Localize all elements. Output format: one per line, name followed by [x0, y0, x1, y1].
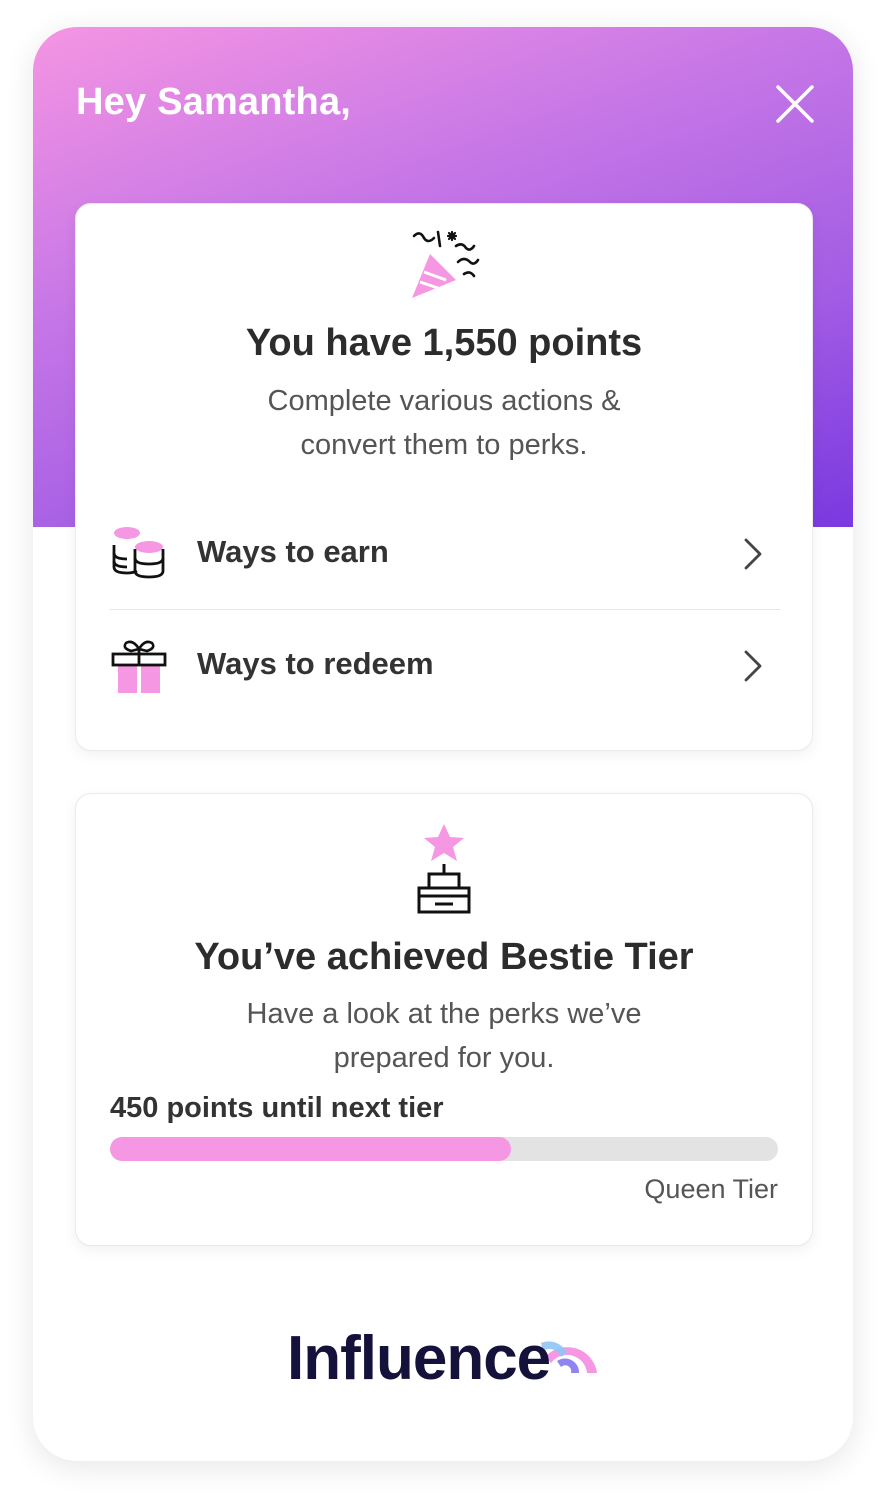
- points-title: You have 1,550 points: [245, 322, 643, 364]
- progress-label: 450 points until next tier: [110, 1092, 444, 1124]
- ways-to-redeem-row[interactable]: Ways to redeem: [110, 619, 780, 709]
- points-subtitle-line1: Complete various actions &: [267, 385, 621, 417]
- close-button[interactable]: [773, 82, 817, 126]
- greeting: Hey Samantha,: [76, 81, 352, 123]
- loyalty-widget: Hey Samantha, You have 1,550 points Comp…: [33, 27, 853, 1461]
- points-card: You have 1,550 points Complete various a…: [75, 203, 813, 751]
- ways-to-earn-row[interactable]: Ways to earn: [110, 507, 780, 597]
- chevron-right-icon: [744, 538, 762, 570]
- nav-divider: [110, 609, 780, 610]
- coins-icon: [112, 527, 168, 579]
- star-trophy-icon: [417, 824, 471, 914]
- ways-to-earn-label: Ways to earn: [197, 534, 389, 569]
- close-icon: [776, 85, 814, 123]
- points-subtitle-line2: convert them to perks.: [300, 429, 588, 461]
- tier-card: You’ve achieved Bestie Tier Have a look …: [75, 793, 813, 1246]
- ways-to-redeem-label: Ways to redeem: [197, 646, 434, 681]
- tier-progress-bar: [110, 1137, 778, 1161]
- party-popper-icon: [412, 230, 480, 298]
- influence-logo: Influence: [287, 1323, 607, 1403]
- tier-title: You’ve achieved Bestie Tier: [194, 936, 694, 978]
- tier-subtitle-line2: prepared for you.: [333, 1042, 555, 1074]
- next-tier-label: Queen Tier: [644, 1174, 778, 1204]
- gift-icon: [111, 640, 167, 693]
- chevron-right-icon: [744, 650, 762, 682]
- brand-name: Influence: [287, 1324, 551, 1393]
- tier-subtitle-line1: Have a look at the perks we’ve: [246, 998, 642, 1030]
- tier-progress-fill: [110, 1137, 511, 1161]
